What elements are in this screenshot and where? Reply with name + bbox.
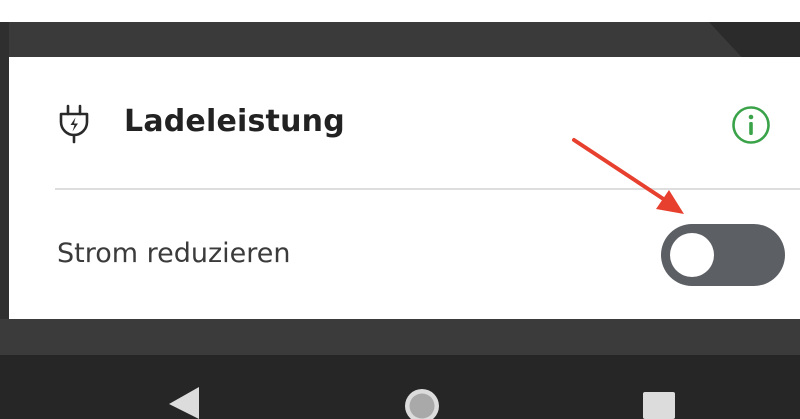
- toggle-knob: [670, 233, 714, 277]
- info-icon[interactable]: [730, 104, 772, 146]
- top-app-bar: [0, 22, 800, 57]
- back-icon[interactable]: [163, 385, 203, 419]
- top-bar-shade: [709, 22, 800, 57]
- reduce-current-toggle[interactable]: [661, 224, 785, 286]
- recent-apps-icon[interactable]: [639, 390, 679, 419]
- home-icon[interactable]: [400, 385, 444, 419]
- setting-label: Strom reduzieren: [57, 238, 291, 269]
- status-area: [0, 0, 800, 22]
- annotation-arrow: [572, 138, 684, 214]
- plug-icon: [59, 104, 89, 144]
- content-bottom-bar: [0, 319, 800, 355]
- section-title: Ladeleistung: [124, 104, 345, 139]
- left-edge: [0, 22, 9, 322]
